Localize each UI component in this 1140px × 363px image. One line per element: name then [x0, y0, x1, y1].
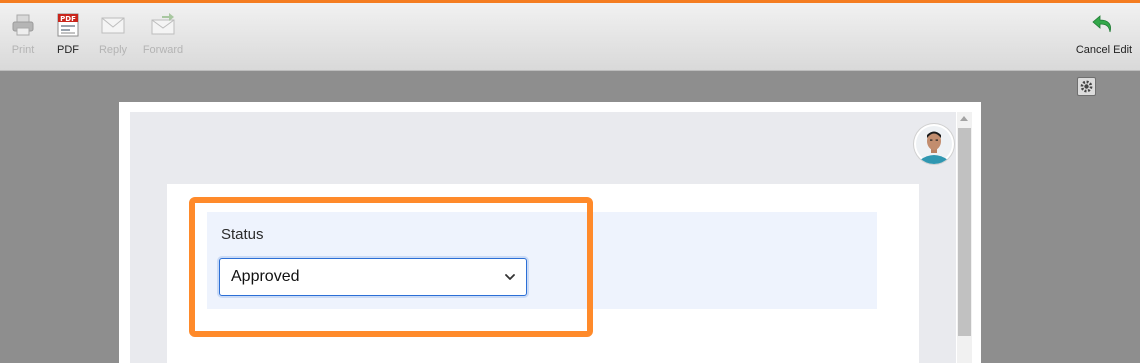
form-canvas: Status Approved	[130, 112, 956, 363]
gear-icon	[1080, 80, 1093, 93]
printer-icon	[12, 14, 34, 36]
pdf-button[interactable]: PDF PDF	[54, 12, 82, 56]
form-card: Status Approved	[167, 184, 919, 363]
reply-button[interactable]: Reply	[96, 12, 130, 56]
chevron-down-icon	[505, 274, 515, 280]
avatar[interactable]	[914, 124, 954, 164]
svg-text:PDF: PDF	[60, 15, 76, 23]
forward-label: Forward	[142, 44, 184, 56]
forward-button[interactable]: Forward	[140, 12, 186, 56]
scroll-up-arrow-icon[interactable]	[960, 116, 968, 121]
envelope-icon	[101, 17, 125, 34]
settings-button[interactable]	[1077, 77, 1096, 96]
cancel-edit-label: Cancel Edit	[1075, 44, 1133, 56]
cancel-edit-button[interactable]: Cancel Edit	[1072, 12, 1136, 56]
status-selected-value: Approved	[231, 268, 300, 285]
pdf-icon: PDF	[57, 13, 79, 37]
undo-arrow-icon	[1092, 15, 1111, 33]
user-photo-icon	[916, 126, 952, 164]
status-label: Status	[221, 226, 264, 243]
document-page: Status Approved	[119, 102, 981, 363]
scroll-thumb[interactable]	[958, 128, 971, 336]
reply-label: Reply	[98, 44, 128, 56]
status-select[interactable]: Approved	[219, 258, 527, 296]
forward-envelope-icon	[151, 13, 175, 35]
vertical-scrollbar[interactable]	[957, 112, 972, 363]
toolbar: Print PDF PDF Reply Forward Cancel Edit	[0, 3, 1140, 71]
print-label: Print	[11, 44, 35, 56]
print-button[interactable]: Print	[8, 12, 38, 56]
pdf-label: PDF	[57, 44, 79, 56]
status-field: Status Approved	[207, 212, 877, 309]
